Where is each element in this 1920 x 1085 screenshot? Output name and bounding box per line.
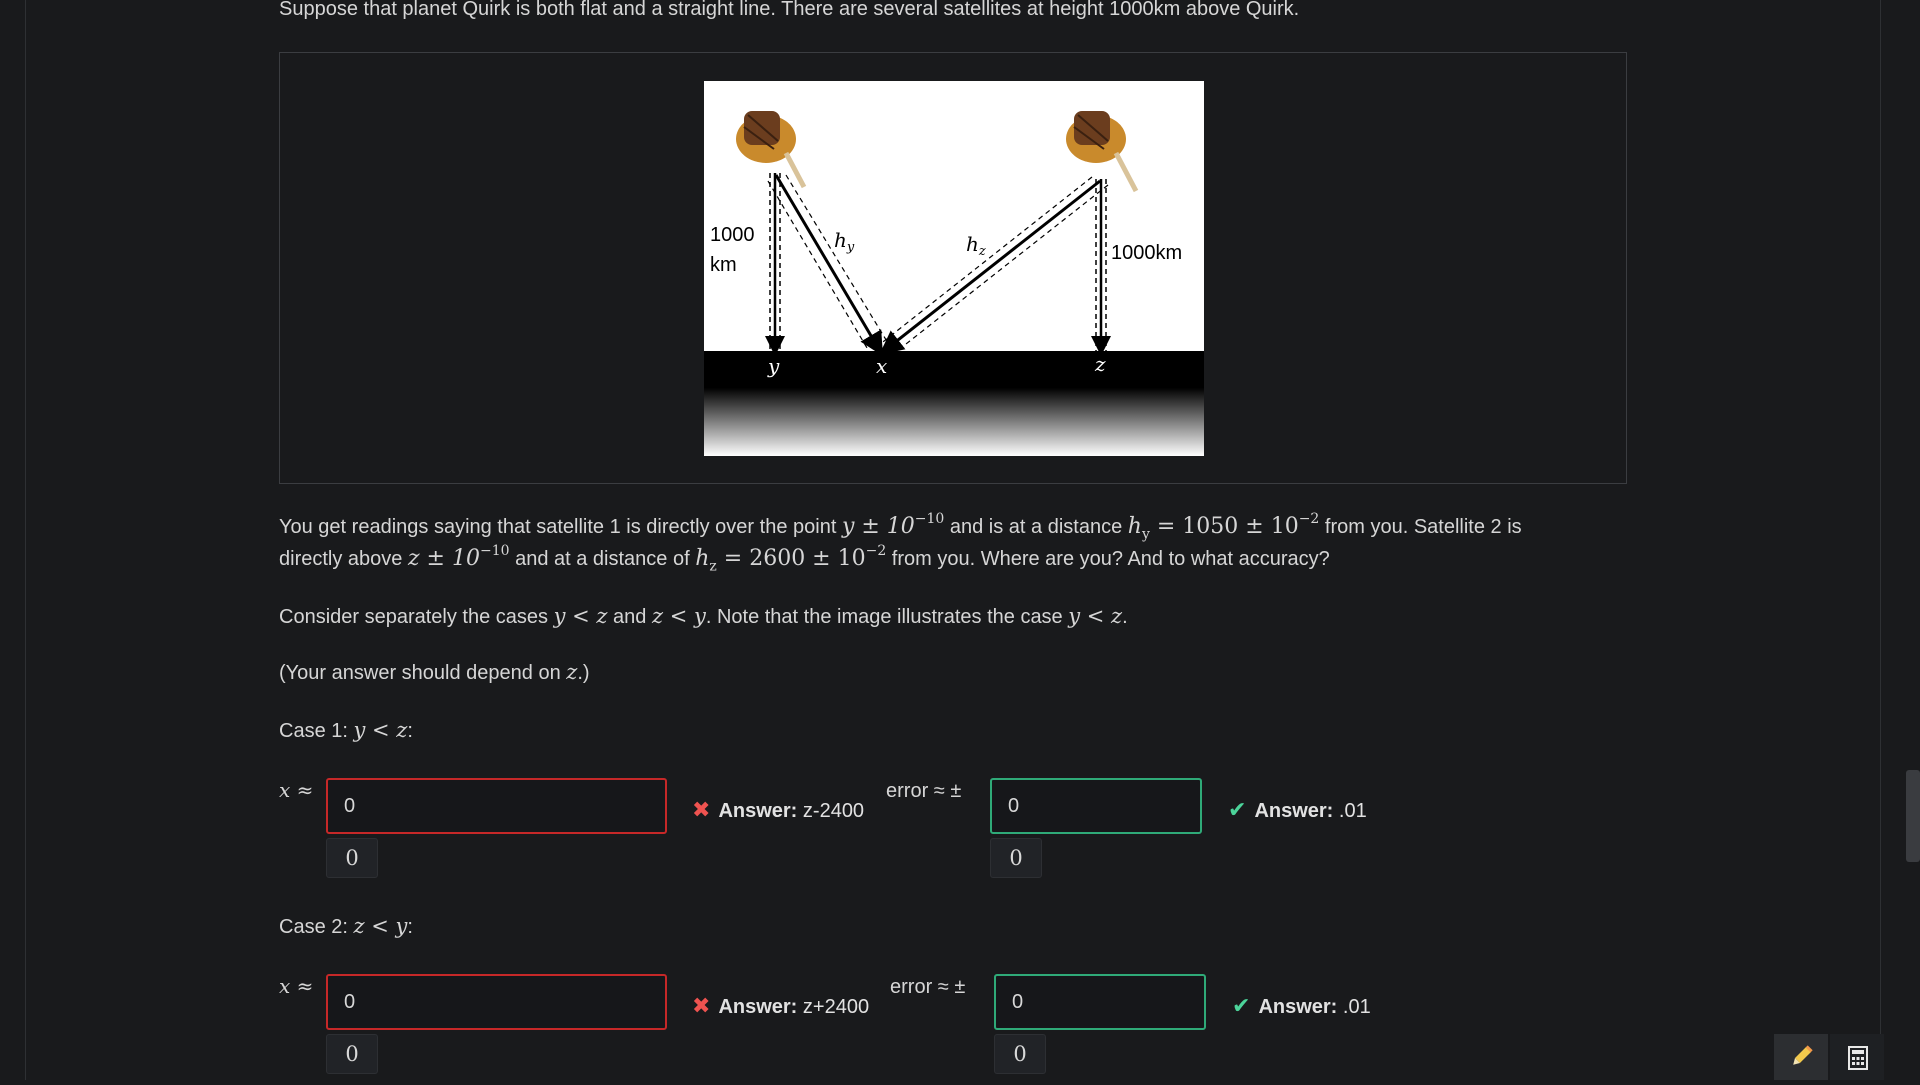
page-right-border — [1880, 0, 1881, 1080]
label-hz: h — [966, 232, 979, 256]
case-2-x-feedback: ✖ Answer: z+2400 — [692, 993, 870, 1018]
problem-text-line-2: directly above z ± 10−10 and at a distan… — [279, 542, 1330, 575]
case-1-error-preview: 0 — [990, 838, 1042, 878]
satellite-diagram: 1000 km 1000km hy hz y x z — [704, 81, 1204, 456]
page-left-border — [25, 0, 26, 1080]
label-left-1000: 1000 — [710, 224, 755, 246]
case-1-x-label: x ≈ — [279, 778, 314, 802]
label-y: y — [767, 354, 780, 378]
case-2-x-input[interactable]: 0 — [326, 974, 667, 1030]
case-1-error-input[interactable]: 0 — [990, 778, 1202, 834]
scrollbar-thumb[interactable] — [1906, 770, 1920, 862]
calculator-icon — [1848, 1046, 1868, 1070]
case-1-label: Case 1: y < z: — [279, 718, 413, 742]
label-hy: h — [834, 228, 847, 252]
label-x: x — [876, 354, 887, 378]
label-hz-sub: z — [978, 244, 986, 259]
case-2-error-feedback: ✔ Answer: .01 — [1232, 993, 1371, 1018]
dependence-note: (Your answer should depend on z.) — [279, 660, 590, 684]
pencil-icon — [1793, 1045, 1813, 1065]
case-1-x-feedback: ✖ Answer: z-2400 — [692, 797, 865, 822]
correct-icon: ✔ — [1232, 993, 1251, 1018]
label-left-km: km — [710, 254, 737, 276]
case-2-label: Case 2: z < y: — [279, 914, 413, 938]
case-1-x-input[interactable]: 0 — [326, 778, 667, 834]
incorrect-icon: ✖ — [692, 993, 711, 1018]
case-2-error-preview: 0 — [994, 1034, 1046, 1074]
label-right-1000km: 1000km — [1111, 242, 1182, 264]
correct-icon: ✔ — [1228, 797, 1247, 822]
intro-text: Suppose that planet Quirk is both flat a… — [279, 0, 1300, 20]
case-2-error-input[interactable]: 0 — [994, 974, 1206, 1030]
label-hy-sub: y — [846, 240, 855, 255]
case-2-x-label: x ≈ — [279, 974, 314, 998]
calculator-button[interactable] — [1830, 1034, 1884, 1080]
case-1-x-preview: 0 — [326, 838, 378, 878]
cases-instruction: Consider separately the cases y < z and … — [279, 604, 1128, 628]
case-2-x-preview: 0 — [326, 1034, 378, 1074]
incorrect-icon: ✖ — [692, 797, 711, 822]
case-1-error-feedback: ✔ Answer: .01 — [1228, 797, 1367, 822]
problem-text-line-1: You get readings saying that satellite 1… — [279, 510, 1522, 543]
case-1-error-label: error ≈ ± — [886, 780, 962, 802]
pencil-button[interactable] — [1774, 1034, 1828, 1080]
case-2-error-label: error ≈ ± — [890, 976, 966, 998]
label-z: z — [1094, 352, 1106, 376]
